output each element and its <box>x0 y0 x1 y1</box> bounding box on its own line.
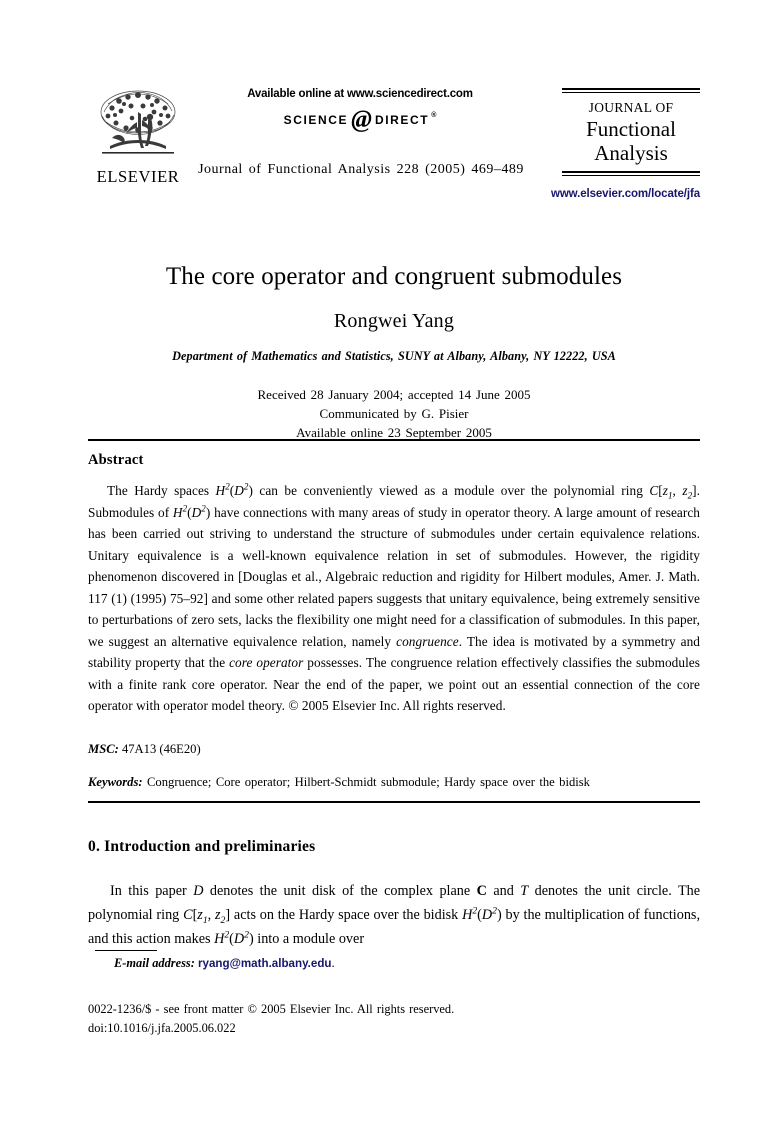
math-comma-2: , <box>207 906 216 923</box>
abstract-copyright-text: © 2005 Elsevier Inc. All rights reserved… <box>285 698 506 714</box>
intro-text-7: into a module over <box>253 930 365 947</box>
math-var-d: D <box>193 883 204 899</box>
email-footnote: E-mail address: ryang@math.albany.edu. <box>114 956 335 971</box>
doi-line[interactable]: doi:10.1016/j.jfa.2005.06.022 <box>88 1019 700 1038</box>
sciencedirect-logo: SCIENCE @ DIRECT ® <box>200 106 520 133</box>
email-trailing-period: . <box>331 956 335 970</box>
sciencedirect-logo-left: SCIENCE <box>283 113 349 127</box>
math-h-d: H <box>214 930 225 947</box>
msc-label: MSC: <box>88 742 119 756</box>
abstract-body: The Hardy spaces H2(D2) can be convenien… <box>88 480 700 717</box>
email-label: E-mail address: <box>114 956 195 970</box>
section-heading-introduction: 0. Introduction and preliminaries <box>88 838 316 855</box>
math-var-t: T <box>520 883 529 899</box>
abstract-text-2: can be conveniently viewed as a module o… <box>252 483 650 498</box>
math-d-b: D <box>191 504 202 520</box>
title-block: The core operator and congruent submodul… <box>88 262 700 443</box>
masthead-bottom-rule <box>562 171 700 177</box>
author-name: Rongwei Yang <box>333 310 455 332</box>
received-accepted-line: Received 28 January 2004; accepted 14 Ju… <box>257 387 531 402</box>
page-title: The core operator and congruent submodul… <box>165 263 623 290</box>
page-header: ELSEVIER Available online at www.science… <box>0 0 780 215</box>
math-d-d: D <box>233 930 245 947</box>
intro-text-1: In this paper <box>110 883 194 899</box>
masthead-line-functional: Functional <box>586 116 676 141</box>
elsevier-wordmark: ELSEVIER <box>96 167 180 186</box>
msc-value: 47A13 (46E20) <box>121 742 201 756</box>
email-link[interactable]: ryang@math.albany.edu <box>198 957 332 970</box>
keywords-label: Keywords: <box>88 775 143 789</box>
intro-text-2: denotes the unit disk of the complex pla… <box>203 883 477 899</box>
math-h-c: H <box>462 906 473 923</box>
abstract-heading: Abstract <box>88 452 144 468</box>
abstract-section: Abstract The Hardy spaces H2(D2) can be … <box>88 452 700 717</box>
author-affiliation: Department of Mathematics and Statistics… <box>172 349 616 363</box>
masthead-top-rule <box>562 88 700 93</box>
elsevier-logo: ELSEVIER <box>88 82 188 192</box>
masthead-line-journal-of: JOURNAL OF <box>588 100 674 115</box>
footnote-divider <box>95 950 157 951</box>
math-d-c: D <box>481 906 493 923</box>
article-page: ELSEVIER Available online at www.science… <box>0 0 780 1133</box>
abstract-text-4: have connections with many areas of stud… <box>88 504 700 649</box>
math-c2: C <box>183 906 193 923</box>
math-hardy-space-2: H2(D2) <box>172 504 210 520</box>
keywords-line: Keywords: Congruence; Core operator; Hil… <box>88 775 700 790</box>
elsevier-tree-icon <box>100 90 176 154</box>
registered-mark-icon: ® <box>431 111 437 119</box>
sciencedirect-logo-right: DIRECT <box>374 113 430 127</box>
math-d: D <box>234 483 244 498</box>
math-poly-ring-2: C[z1, z2] <box>183 906 230 925</box>
math-comma: , <box>672 483 683 498</box>
sciencedirect-available-text: Available online at www.sciencedirect.co… <box>247 88 473 100</box>
abstract-top-divider <box>88 439 700 441</box>
math-h: H <box>215 483 226 498</box>
masthead-line-analysis: Analysis <box>594 141 668 166</box>
journal-masthead: JOURNAL OF Functional Analysis <box>562 88 700 177</box>
sciencedirect-block: Available online at www.sciencedirect.co… <box>200 88 520 133</box>
msc-line: MSC: 47A13 (46E20) <box>88 742 700 757</box>
at-sign-icon: @ <box>351 106 372 133</box>
article-history: Received 28 January 2004; accepted 14 Ju… <box>88 386 700 443</box>
abstract-bottom-divider <box>88 801 700 803</box>
intro-text-5: acts on the Hardy space over the bidisk <box>230 906 463 923</box>
math-c: C <box>649 483 659 498</box>
abstract-emphasis-core-operator: core operator <box>229 655 304 671</box>
abstract-emphasis-congruence: congruence <box>396 633 459 649</box>
math-poly-ring-1: C[z1, z2] <box>649 483 696 500</box>
journal-citation: Journal of Functional Analysis 228 (2005… <box>198 162 524 177</box>
intro-text-3: and <box>486 883 521 899</box>
front-matter-line: 0022-1236/$ - see front matter © 2005 El… <box>88 1002 455 1016</box>
communicated-by-line: Communicated by G. Pisier <box>319 405 469 421</box>
math-h-b: H <box>172 504 183 520</box>
math-var-c-blackboard: C <box>476 883 487 899</box>
copyright-block: 0022-1236/$ - see front matter © 2005 El… <box>88 1000 700 1038</box>
abstract-text-1: The Hardy spaces <box>107 483 216 498</box>
math-hardy-space-1: H2(D2) <box>215 482 253 498</box>
math-hardy-space-4: H2(D2) <box>214 930 254 947</box>
math-hardy-space-3: H2(D2) <box>462 906 502 923</box>
section-body-introduction: In this paper D denotes the unit disk of… <box>88 880 700 952</box>
keywords-value: Congruence; Core operator; Hilbert-Schmi… <box>147 775 590 789</box>
journal-homepage-link[interactable]: www.elsevier.com/locate/jfa <box>533 188 700 200</box>
